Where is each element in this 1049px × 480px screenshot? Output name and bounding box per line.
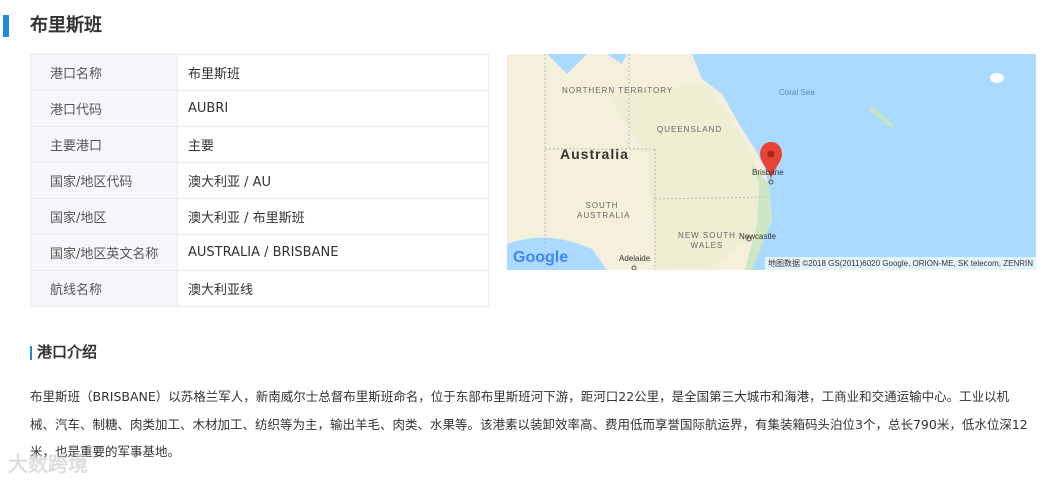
map-label-nsw: NEW SOUTH WALES (678, 231, 736, 250)
row-label: 主要港口 (30, 126, 178, 163)
map-label-brisbane: Brisbane (752, 168, 784, 177)
intro-heading: 港口介绍 (37, 343, 98, 361)
section-accent-bar (30, 346, 32, 360)
map-label-newcastle: Newcastle (739, 232, 776, 241)
row-label: 国家/地区英文名称 (30, 234, 178, 271)
row-value: AUBRI (177, 90, 489, 127)
row-value: 澳大利亚 / AU (177, 162, 489, 199)
title-accent-bar (3, 15, 9, 37)
table-row: 国家/地区英文名称 AUSTRALIA / BRISBANE (30, 234, 489, 271)
intro-text: 布里斯班（BRISBANE）以苏格兰军人，新南威尔士总督布里斯班命名，位于东部布… (30, 389, 1028, 459)
row-value: 布里斯班 (177, 54, 489, 91)
row-label: 港口代码 (30, 90, 178, 127)
table-row: 港口代码 AUBRI (30, 90, 489, 127)
watermark: 大数跨境 (8, 452, 88, 476)
table-row: 国家/地区代码 澳大利亚 / AU (30, 162, 489, 199)
map-label-queensland: QUEENSLAND (657, 125, 723, 134)
row-label: 航线名称 (30, 270, 178, 307)
map-label-australia: Australia (560, 146, 629, 162)
google-logo[interactable]: Google (513, 249, 568, 267)
row-label: 国家/地区代码 (30, 162, 178, 199)
table-row: 国家/地区 澳大利亚 / 布里斯班 (30, 198, 489, 235)
map-label-northern-territory: NORTHERN TERRITORY (562, 86, 674, 95)
table-row: 主要港口 主要 (30, 126, 489, 163)
table-row: 港口名称 布里斯班 (30, 54, 489, 91)
row-value: 澳大利亚线 (177, 270, 489, 307)
row-label: 国家/地区 (30, 198, 178, 235)
row-value: AUSTRALIA / BRISBANE (177, 234, 489, 271)
map-label-south-australia: SOUTH AUSTRALIA (577, 201, 631, 220)
port-info-table: 港口名称 布里斯班 港口代码 AUBRI 主要港口 主要 国家/地区代码 澳大利亚 / AU 国… (30, 54, 489, 307)
map-label-adelaide: Adelaide (619, 254, 651, 263)
port-map[interactable]: NORTHERN TERRITORY QUEENSLAND Australia … (507, 54, 1036, 270)
row-value: 澳大利亚 / 布里斯班 (177, 198, 489, 235)
map-label-coral-sea: Coral Sea (779, 88, 815, 97)
page-title: 布里斯班 (30, 15, 102, 36)
map-attribution: 地图数据 ©2018 GS(2011)6020 Google, ORION-ME… (765, 257, 1036, 270)
row-label: 港口名称 (30, 54, 178, 91)
row-value: 主要 (177, 126, 489, 163)
table-row: 航线名称 澳大利亚线 (30, 270, 489, 307)
